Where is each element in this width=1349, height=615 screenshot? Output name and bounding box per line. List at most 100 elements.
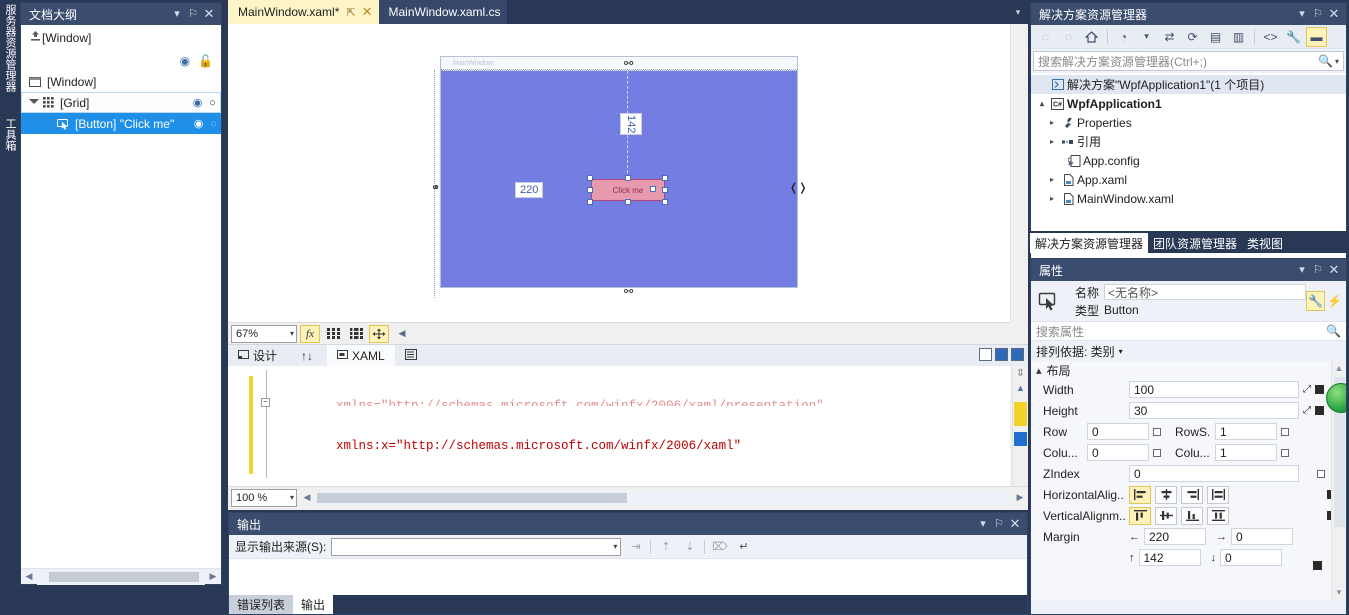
- resize-handle-n[interactable]: [625, 175, 631, 181]
- search-icon[interactable]: 🔍: [1326, 324, 1341, 338]
- margin-right-input[interactable]: 0: [1231, 528, 1293, 545]
- tree-item-solution[interactable]: 解决方案"WpfApplication1"(1 个项目): [1031, 75, 1346, 94]
- close-icon[interactable]: ✕: [201, 6, 217, 22]
- vertical-tab-toolbox[interactable]: 工具箱: [1, 118, 19, 151]
- chevron-down-icon[interactable]: [28, 98, 40, 107]
- align-center-icon[interactable]: [1155, 485, 1177, 504]
- refresh-icon[interactable]: ⟳: [1182, 27, 1203, 47]
- chevron-down-icon[interactable]: ▾: [290, 493, 294, 502]
- show-grid-icon[interactable]: [323, 325, 343, 343]
- output-text-area[interactable]: [229, 559, 1027, 596]
- tab-xaml-view[interactable]: XAML: [327, 344, 395, 367]
- pin-icon[interactable]: ⚐: [185, 6, 201, 22]
- dropdown-icon[interactable]: ▾: [169, 6, 185, 22]
- jump-prev-icon[interactable]: ⇡: [656, 538, 675, 556]
- align-stretch-icon[interactable]: [1207, 485, 1229, 504]
- properties-search[interactable]: 搜索属性 🔍: [1031, 321, 1346, 341]
- anchor-left-icon[interactable]: ⚭: [431, 183, 440, 194]
- property-value-input[interactable]: 0: [1087, 423, 1149, 440]
- tab-mainwindow-xaml-cs[interactable]: MainWindow.xaml.cs: [378, 0, 507, 24]
- rotate-handle[interactable]: [650, 186, 656, 192]
- chevron-down-icon[interactable]: ▾: [1119, 347, 1123, 356]
- vertical-tab-server-explorer[interactable]: 服务器资源管理器: [1, 4, 19, 92]
- close-icon[interactable]: ✕: [362, 4, 373, 20]
- chevron-right-icon[interactable]: ▸: [1045, 175, 1059, 184]
- chevron-down-icon[interactable]: ▴: [1036, 364, 1042, 377]
- dropdown-icon[interactable]: ▾: [1294, 6, 1310, 22]
- margin-left-input[interactable]: 220: [1144, 528, 1206, 545]
- name-field[interactable]: <无名称>: [1104, 284, 1306, 300]
- property-marker[interactable]: [1315, 385, 1324, 394]
- anchor-bottom-icon[interactable]: ⚯: [624, 287, 633, 298]
- property-value-input-2[interactable]: 1: [1215, 423, 1277, 440]
- pin-icon[interactable]: ⇱: [346, 6, 355, 19]
- property-value-input[interactable]: 30: [1129, 402, 1299, 419]
- designer-vertical-scrollbar[interactable]: [1010, 24, 1028, 322]
- eye-icon[interactable]: ◉: [190, 96, 205, 109]
- align-middle-icon[interactable]: [1155, 506, 1177, 525]
- search-icon[interactable]: 🔍: [1318, 54, 1333, 68]
- property-marker-margin[interactable]: [1313, 561, 1322, 570]
- scroll-track[interactable]: [37, 568, 205, 585]
- outline-item-grid[interactable]: [Grid] ◉ ○: [21, 92, 221, 113]
- property-marker[interactable]: [1153, 427, 1161, 436]
- swap-panes-icon[interactable]: ↑↓: [301, 349, 313, 363]
- tree-item-app-config[interactable]: App.config: [1031, 151, 1346, 170]
- scroll-left-icon[interactable]: ◀: [299, 490, 315, 506]
- split-editor-icon[interactable]: ⇳: [1013, 368, 1028, 379]
- tree-item-references[interactable]: ▸ 引用: [1031, 132, 1346, 151]
- chevron-down-icon[interactable]: ▾: [290, 329, 294, 338]
- tab-design-view[interactable]: 设计: [228, 345, 287, 367]
- resize-handle-s[interactable]: [625, 199, 631, 205]
- property-value-input[interactable]: 100: [1129, 381, 1299, 398]
- resize-handle-ne[interactable]: [662, 175, 668, 181]
- code-vertical-scrollbar[interactable]: ⇳ ▲: [1012, 366, 1028, 486]
- show-all-files-icon[interactable]: ▥: [1228, 27, 1249, 47]
- tree-item-mainwindow-xaml[interactable]: ▸ MainWindow.xaml: [1031, 189, 1346, 208]
- property-row-horizontal-alignment[interactable]: HorizontalAlig...: [1031, 484, 1346, 505]
- property-row-margin-vertical[interactable]: ↑ 142 ↓ 0: [1031, 547, 1346, 568]
- restore-icon[interactable]: [995, 348, 1008, 361]
- home-icon[interactable]: [1081, 27, 1102, 47]
- lock-icon[interactable]: 🔓: [198, 54, 213, 68]
- close-icon[interactable]: ✕: [1326, 262, 1342, 278]
- resize-handle-e[interactable]: [662, 187, 668, 193]
- chevron-down-icon[interactable]: ▾: [1335, 57, 1339, 66]
- jump-next-icon[interactable]: ⇣: [680, 538, 699, 556]
- wrench-icon[interactable]: 🔧: [1306, 291, 1325, 311]
- tab-mainwindow-xaml[interactable]: MainWindow.xaml* ⇱ ✕: [228, 0, 379, 24]
- scroll-track[interactable]: [317, 489, 1008, 506]
- pending-changes-icon[interactable]: ◔: [1113, 27, 1134, 47]
- scroll-thumb[interactable]: [49, 571, 199, 582]
- scroll-right-icon[interactable]: ▶: [1012, 490, 1028, 506]
- designer-zoom-select[interactable]: 67% ▾: [231, 324, 297, 343]
- property-marker[interactable]: [1315, 406, 1324, 415]
- property-row-zindex[interactable]: ZIndex 0: [1031, 463, 1346, 484]
- outline-horizontal-scrollbar[interactable]: ◀ ▶: [21, 568, 221, 585]
- resize-handle-sw[interactable]: [587, 199, 593, 205]
- code-zoom-select[interactable]: 100 % ▾: [231, 488, 297, 507]
- property-marker-2[interactable]: [1281, 427, 1289, 436]
- align-right-icon[interactable]: [1181, 485, 1203, 504]
- close-icon[interactable]: ✕: [1007, 516, 1023, 532]
- align-stretch-v-icon[interactable]: [1207, 506, 1229, 525]
- events-lightning-icon[interactable]: ⚡: [1325, 291, 1344, 311]
- tab-overflow-icon[interactable]: ▾: [1008, 0, 1028, 24]
- property-row-height[interactable]: Height 30 ⤢: [1031, 400, 1346, 421]
- maximize-icon[interactable]: [1011, 348, 1024, 361]
- split-view-button[interactable]: [395, 345, 427, 367]
- snap-to-snaplines-icon[interactable]: [369, 324, 389, 343]
- tree-item-project[interactable]: ▴ C# WpfApplication1: [1031, 94, 1346, 113]
- pin-icon[interactable]: ⚐: [991, 516, 1007, 532]
- view-code-icon[interactable]: <>: [1260, 27, 1281, 47]
- scroll-left-icon[interactable]: ◀: [21, 569, 37, 585]
- code-fold-gutter[interactable]: −: [261, 366, 273, 486]
- outline-item-window[interactable]: [Window]: [21, 71, 221, 92]
- preview-selected-icon[interactable]: ▬: [1306, 26, 1327, 47]
- margin-top-input[interactable]: 142: [1138, 549, 1201, 566]
- scroll-thumb[interactable]: [1014, 432, 1027, 446]
- lock-open-icon[interactable]: ○: [205, 97, 220, 109]
- scroll-right-icon[interactable]: ▶: [205, 569, 221, 585]
- xaml-code-editor[interactable]: − xmlns="http://schemas.microsoft.com/wi…: [228, 366, 1010, 486]
- category-layout[interactable]: ▴ 布局: [1031, 361, 1346, 379]
